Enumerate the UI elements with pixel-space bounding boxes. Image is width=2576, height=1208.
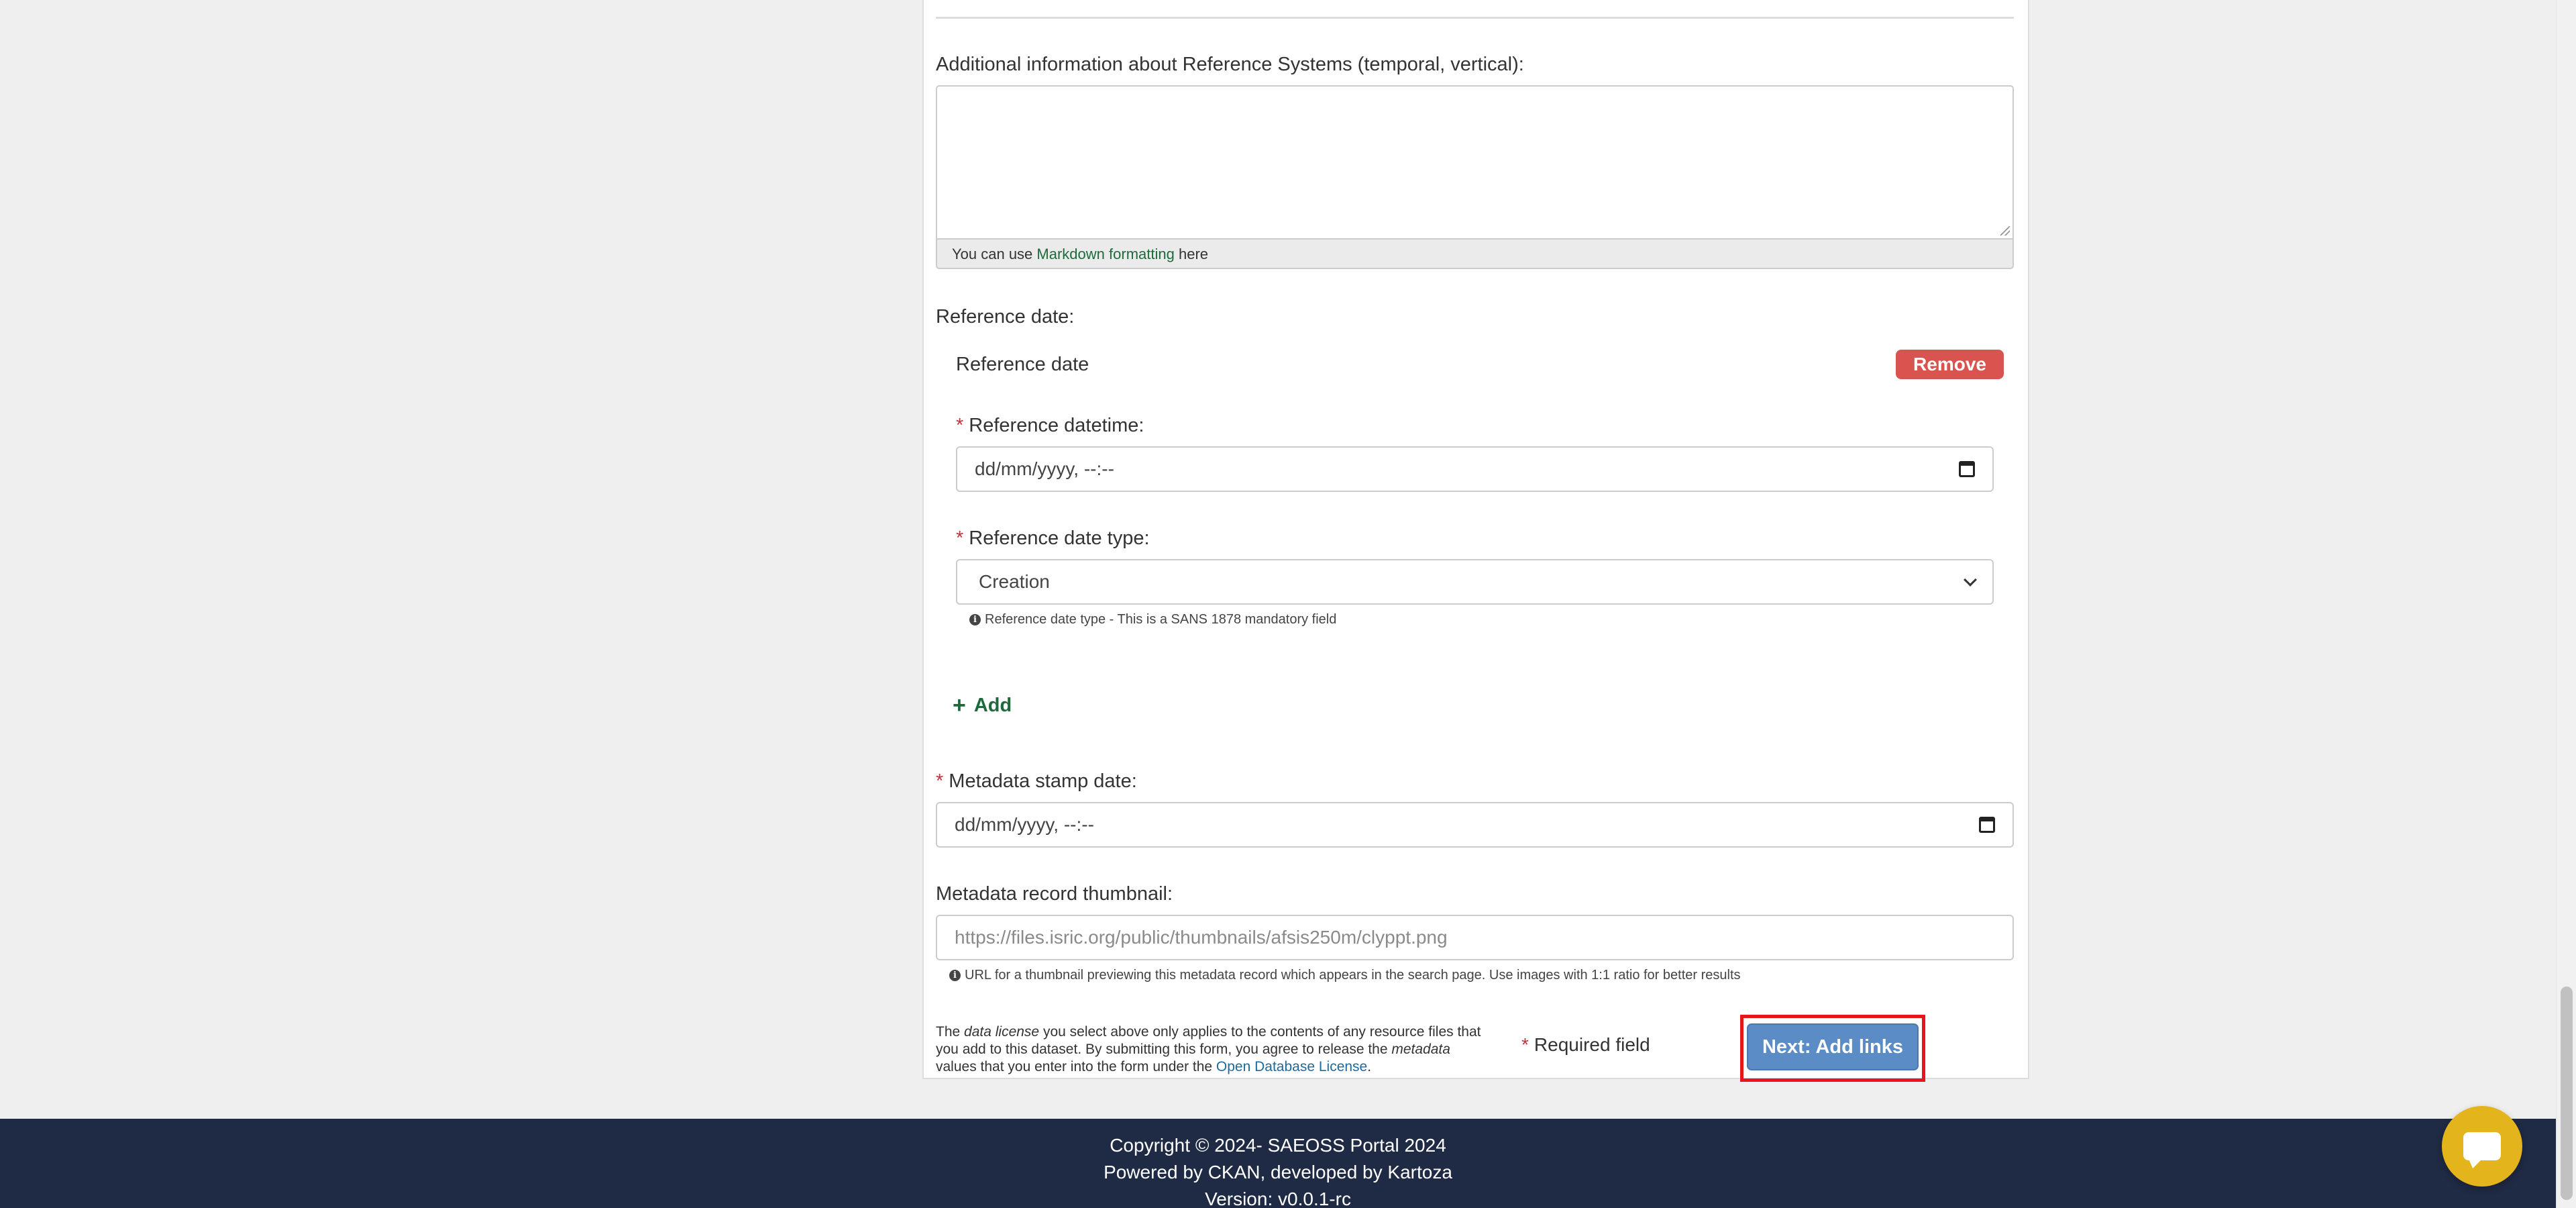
markdown-formatting-link[interactable]: Markdown formatting xyxy=(1036,246,1174,262)
chevron-down-icon xyxy=(1964,573,1977,587)
footer-copyright: Copyright © 2024- SAEOSS Portal 2024 xyxy=(1110,1135,1446,1156)
license-text: . xyxy=(1367,1059,1372,1074)
footer-version: Version: v0.0.1-rc xyxy=(1205,1189,1351,1208)
metadata-stamp-date-value: dd/mm/yyyy, --:-- xyxy=(955,814,1094,835)
add-label: Add xyxy=(973,694,1012,716)
required-field-note: * Required field xyxy=(1521,1034,1650,1056)
reference-date-group-title: Reference date xyxy=(956,354,1089,375)
plus-icon: + xyxy=(953,693,966,718)
reference-date-type-hint-text: Reference date type - This is a SANS 187… xyxy=(985,612,1337,627)
scrollbar-thumb[interactable] xyxy=(2561,987,2573,1200)
reference-date-label: Reference date: xyxy=(936,306,1075,328)
metadata-stamp-date-input[interactable]: dd/mm/yyyy, --:-- xyxy=(936,802,2014,848)
calendar-icon[interactable] xyxy=(1959,461,1975,477)
metadata-stamp-date-label-text: Metadata stamp date: xyxy=(949,770,1137,792)
chat-button[interactable] xyxy=(2442,1106,2522,1187)
reference-datetime-label: * Reference datetime: xyxy=(956,415,1144,437)
markdown-hint-suffix: here xyxy=(1178,246,1209,262)
reference-date-type-label: * Reference date type: xyxy=(956,527,1150,550)
reference-date-type-label-text: Reference date type: xyxy=(969,527,1150,549)
license-notice: The data license you select above only a… xyxy=(936,1023,1486,1076)
reference-date-type-select[interactable]: Creation xyxy=(956,559,1994,605)
required-asterisk: * xyxy=(936,770,944,792)
reference-datetime-value: dd/mm/yyyy, --:-- xyxy=(975,458,1114,479)
scrollbar[interactable] xyxy=(2556,0,2576,1208)
reference-date-type-value: Creation xyxy=(979,571,1050,592)
license-text: The xyxy=(936,1024,965,1040)
markdown-hint-prefix: You can use xyxy=(952,246,1033,262)
additional-info-textarea[interactable] xyxy=(936,85,2014,238)
license-text-em: data license xyxy=(964,1024,1040,1040)
reference-date-type-hint: i Reference date type - This is a SANS 1… xyxy=(969,612,1336,627)
section-divider xyxy=(936,17,2014,19)
metadata-stamp-date-label: * Metadata stamp date: xyxy=(936,770,1137,793)
add-reference-date-button[interactable]: + Add xyxy=(953,694,1012,717)
info-icon: i xyxy=(969,614,981,625)
required-asterisk: * xyxy=(956,527,964,549)
thumbnail-input[interactable]: https://files.isric.org/public/thumbnail… xyxy=(936,915,2014,960)
remove-reference-date-button[interactable]: Remove xyxy=(1896,350,2004,379)
reference-datetime-label-text: Reference datetime: xyxy=(969,415,1144,436)
footer-powered-by: Powered by CKAN, developed by Kartoza xyxy=(1104,1162,1452,1182)
thumbnail-hint: i URL for a thumbnail previewing this me… xyxy=(949,968,1741,983)
required-asterisk: * xyxy=(956,415,964,436)
calendar-icon[interactable] xyxy=(1979,817,1995,833)
open-database-license-link[interactable]: Open Database License xyxy=(1216,1059,1367,1074)
resize-handle[interactable] xyxy=(2000,226,2010,236)
license-text: values that you enter into the form unde… xyxy=(936,1059,1216,1074)
required-field-text: Required field xyxy=(1534,1034,1650,1055)
info-icon: i xyxy=(949,970,961,981)
required-asterisk: * xyxy=(1521,1034,1529,1055)
additional-info-label: Additional information about Reference S… xyxy=(936,54,1524,75)
thumbnail-placeholder: https://files.isric.org/public/thumbnail… xyxy=(955,927,1448,948)
license-text-em: metadata xyxy=(1391,1042,1450,1057)
next-add-links-button[interactable]: Next: Add links xyxy=(1747,1023,1919,1070)
chat-icon xyxy=(2463,1132,2501,1168)
footer: Copyright © 2024- SAEOSS Portal 2024 Pow… xyxy=(0,1119,2556,1208)
markdown-hint: You can use Markdown formatting here xyxy=(936,238,2014,269)
thumbnail-label: Metadata record thumbnail: xyxy=(936,883,1173,905)
reference-datetime-input[interactable]: dd/mm/yyyy, --:-- xyxy=(956,446,1994,492)
thumbnail-hint-text: URL for a thumbnail previewing this meta… xyxy=(965,968,1741,983)
